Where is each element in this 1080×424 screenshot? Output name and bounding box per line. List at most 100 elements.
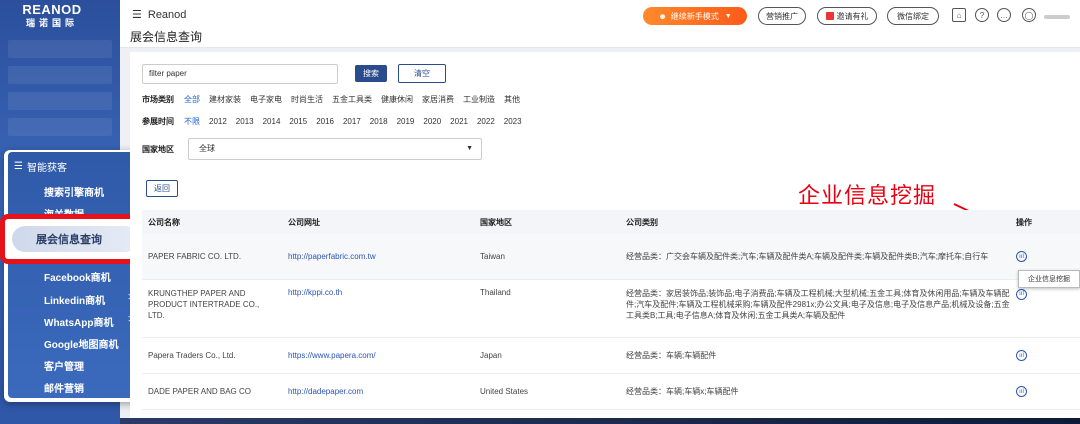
clear-button[interactable]: 清空 [398, 64, 446, 83]
app-name: Reanod [147, 8, 187, 21]
caret-down-icon: ▼ [466, 145, 473, 152]
menu-item-customer-mgmt[interactable]: 客户管理 [44, 358, 84, 373]
list-icon: ☰ [14, 161, 23, 172]
market-filter-row: 市场类别 全部 建材家装 电子家电 时尚生活 五金工具类 健康休闲 家居消费 工… [142, 94, 529, 105]
menu-item-search-engine[interactable]: 搜索引擎商机 [44, 184, 104, 199]
header-company-name: 公司名称 [148, 217, 180, 227]
menu-item-linkedin[interactable]: Linkedin商机> [44, 292, 134, 307]
region-select[interactable]: 全球 ▼ [188, 138, 482, 160]
menu-section-label: 智能获客 [26, 163, 67, 174]
year-option[interactable]: 2021 [450, 117, 468, 126]
message-icon[interactable]: … [997, 8, 1011, 22]
table-row: PAPER FABRIC CO. LTD. http://paperfabric… [142, 234, 1080, 280]
app-title: ☰ Reanod [132, 8, 187, 22]
company-table: 公司名称 公司网址 国家地区 公司类别 操作 PAPER FABRIC CO. … [142, 210, 1080, 410]
company-region: United States [480, 387, 529, 396]
year-option[interactable]: 不限 [184, 116, 200, 127]
page-title: 展会信息查询 [130, 30, 203, 44]
sidebar-placeholder [8, 118, 112, 136]
tooltip: 企业信息挖掘 [1018, 270, 1080, 288]
company-url-link[interactable]: http://kppi.co.th [288, 288, 480, 337]
annotation-text: 企业信息挖掘 [798, 184, 937, 209]
company-url-link[interactable]: https://www.papera.com/ [288, 351, 480, 360]
year-option[interactable]: 2023 [504, 117, 522, 126]
year-option[interactable]: 2013 [236, 117, 254, 126]
table-row: DADE PAPER AND BAG CO http://dadepaper.c… [142, 374, 1080, 410]
menu-fold-icon[interactable]: ☰ [132, 8, 142, 21]
menu-item-label: Google地图商机 [44, 340, 119, 351]
market-option[interactable]: 五金工具类 [332, 94, 372, 105]
year-option[interactable]: 2022 [477, 117, 495, 126]
back-button[interactable]: 返回 [146, 180, 178, 197]
market-option[interactable]: 健康休闲 [381, 94, 413, 105]
mascot-icon: ☻ [658, 11, 667, 21]
marketing-label: 营销推广 [766, 11, 798, 21]
table-row: KRUNGTHEP PAPER AND PRODUCT INTERTRADE C… [142, 280, 1080, 338]
company-region: Thailand [480, 288, 511, 297]
gift-icon [825, 12, 834, 20]
menu-item-email[interactable]: 邮件营销 [44, 380, 84, 395]
company-category: 经营品类：家居装饰品;装饰品;电子消费品;车辆及工程机械;大型机械;五金工具;体… [626, 289, 1010, 320]
company-info-mining-icon[interactable]: ııl [1016, 288, 1027, 300]
market-option[interactable]: 家居消费 [422, 94, 454, 105]
help-icon[interactable]: ? [975, 8, 989, 22]
year-option[interactable]: 2016 [316, 117, 334, 126]
novice-mode-button[interactable]: ☻ 继续新手模式 ▼ [643, 7, 747, 25]
header-operation: 操作 [1016, 217, 1032, 227]
wechat-bind-label: 微信绑定 [897, 11, 929, 21]
menu-section-header[interactable]: ☰ 智能获客 ︿ [14, 159, 140, 174]
menu-inner: ☰ 智能获客 ︿ 搜索引擎商机 海关数据 Facebook商机 Linkedin… [8, 152, 142, 398]
market-option[interactable]: 电子家电 [250, 94, 282, 105]
company-category: 经营品类：车辆;车辆配件 [626, 351, 717, 360]
year-filter-label: 参展时间 [142, 117, 174, 126]
year-option[interactable]: 2018 [370, 117, 388, 126]
user-icon[interactable]: ◯ [1022, 8, 1036, 22]
home-icon[interactable]: ⌂ [952, 8, 966, 22]
year-option[interactable]: 2017 [343, 117, 361, 126]
year-option[interactable]: 2012 [209, 117, 227, 126]
company-info-mining-icon[interactable]: ııl [1016, 350, 1027, 362]
bottom-strip [120, 418, 1080, 424]
region-value: 全球 [199, 144, 215, 153]
username-placeholder [1044, 15, 1070, 19]
sidebar-background-items [8, 40, 112, 144]
year-option[interactable]: 2015 [289, 117, 307, 126]
table-header: 公司名称 公司网址 国家地区 公司类别 操作 [142, 210, 1080, 234]
year-option[interactable]: 2014 [263, 117, 281, 126]
market-option[interactable]: 其他 [504, 94, 520, 105]
year-filter-row: 参展时间 不限 2012 2013 2014 2015 2016 2017 20… [142, 116, 531, 127]
smart-acquisition-menu: ☰ 智能获客 ︿ 搜索引擎商机 海关数据 Facebook商机 Linkedin… [4, 150, 146, 402]
company-url-link[interactable]: http://dadepaper.com [288, 387, 480, 396]
menu-item-whatsapp[interactable]: WhatsApp商机> [44, 314, 134, 329]
company-info-mining-icon[interactable]: ııl [1016, 386, 1027, 398]
search-button[interactable]: 搜索 [355, 65, 387, 82]
market-option[interactable]: 建材家装 [209, 94, 241, 105]
wechat-bind-button[interactable]: 微信绑定 [887, 7, 939, 25]
company-info-mining-icon[interactable]: ııl [1016, 251, 1027, 263]
search-input[interactable]: filter paper [142, 64, 338, 84]
menu-item-google-maps[interactable]: Google地图商机 [44, 336, 118, 351]
brand-logo[interactable]: REANOD 瑞诺国际 [12, 3, 92, 29]
sidebar-placeholder [8, 92, 112, 110]
invite-button[interactable]: 邀请有礼 [817, 7, 877, 25]
year-option[interactable]: 2019 [397, 117, 415, 126]
logo-cn: 瑞诺国际 [25, 18, 78, 28]
main-content: filter paper 搜索 清空 市场类别 全部 建材家装 电子家电 时尚生… [130, 52, 1080, 424]
menu-item-label: 客户管理 [44, 362, 84, 373]
marketing-button[interactable]: 营销推广 [758, 7, 806, 25]
company-url-link[interactable]: http://paperfabric.com.tw [288, 252, 480, 261]
table-row: Papera Traders Co., Ltd. https://www.pap… [142, 338, 1080, 374]
market-option[interactable]: 工业制造 [463, 94, 495, 105]
market-option[interactable]: 时尚生活 [291, 94, 323, 105]
invite-label: 邀请有礼 [836, 11, 869, 21]
menu-item-label: Linkedin商机 [44, 296, 106, 307]
year-option[interactable]: 2020 [423, 117, 441, 126]
market-filter-label: 市场类别 [142, 95, 174, 104]
menu-item-facebook[interactable]: Facebook商机 [44, 269, 111, 284]
sidebar-placeholder [8, 66, 112, 84]
menu-item-label: 搜索引擎商机 [44, 188, 104, 199]
menu-item-exhibition-query[interactable]: 展会信息查询 [12, 226, 138, 252]
market-option[interactable]: 全部 [184, 94, 200, 105]
header-category: 公司类别 [626, 217, 658, 227]
top-header: ☰ Reanod 展会信息查询 ☻ 继续新手模式 ▼ 营销推广 邀请有礼 微信绑… [120, 0, 1080, 48]
